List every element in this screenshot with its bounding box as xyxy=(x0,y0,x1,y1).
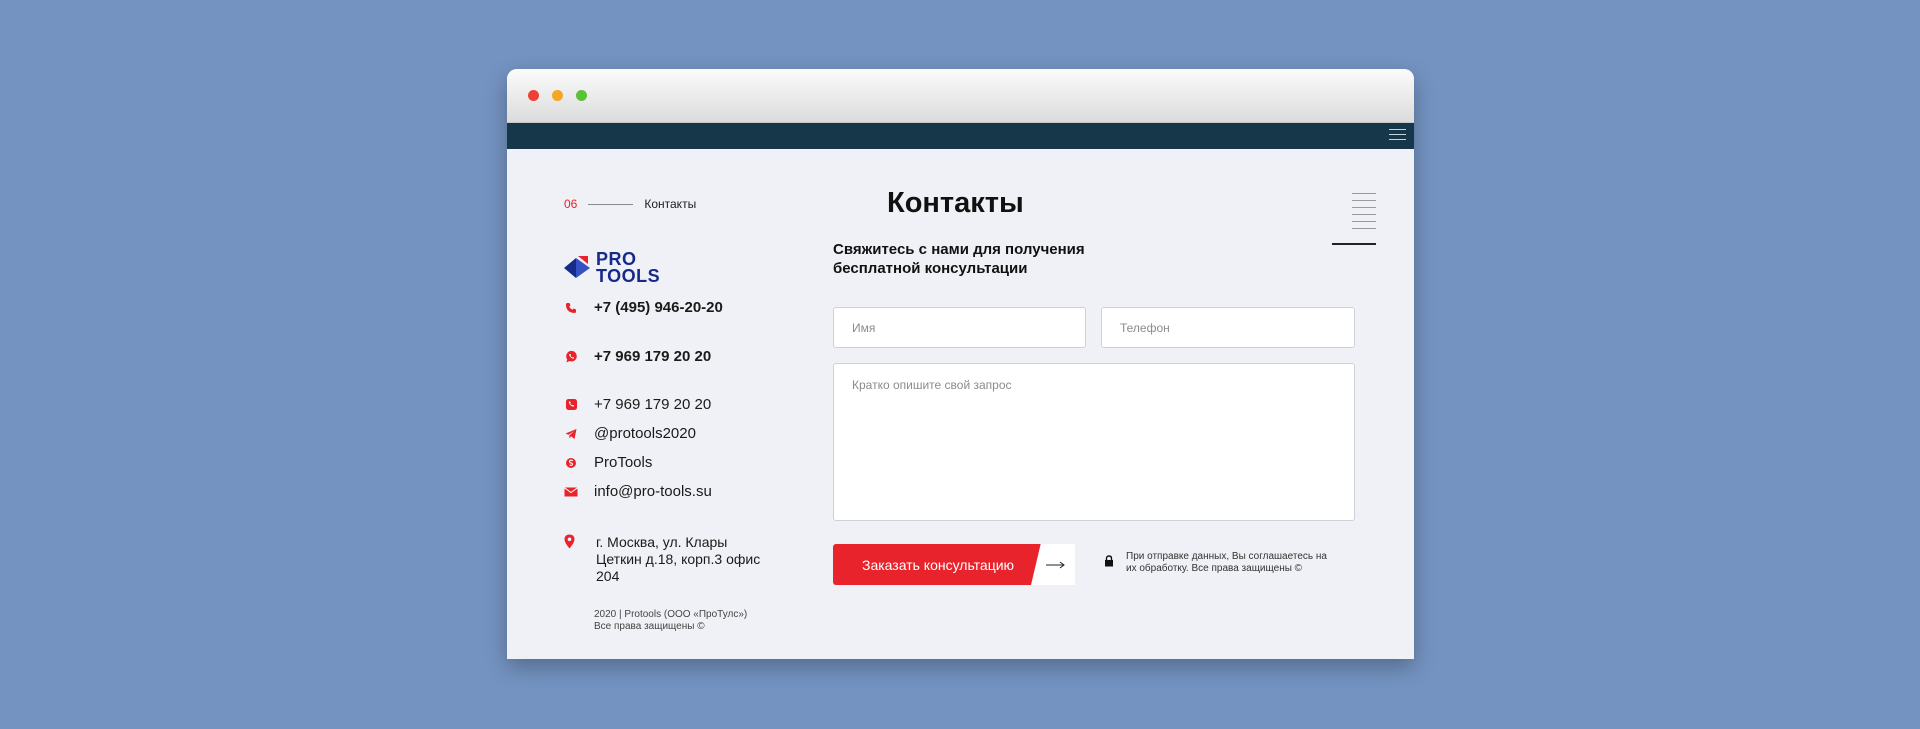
maximize-window-button[interactable] xyxy=(576,90,587,101)
email-address: info@pro-tools.su xyxy=(594,483,712,500)
viber-icon xyxy=(564,398,578,412)
lock-icon xyxy=(1104,554,1114,567)
section-number: 06 xyxy=(564,197,578,211)
whatsapp-number: +7 969 179 20 20 xyxy=(594,348,712,365)
location-pin-icon xyxy=(564,534,578,550)
close-window-button[interactable] xyxy=(528,90,539,101)
skype-icon xyxy=(564,456,578,470)
breadcrumb: 06 Контакты xyxy=(564,197,696,211)
form-heading: Свяжитесь с нами для получения бесплатно… xyxy=(833,241,1085,277)
protools-logo[interactable]: PRO TOOLS xyxy=(564,250,674,287)
contact-telegram[interactable]: @protools2020 xyxy=(564,425,696,442)
decorative-lines xyxy=(1332,193,1376,245)
contact-phone-main[interactable]: +7 (495) 946-20-20 xyxy=(564,299,723,316)
contact-viber[interactable]: +7 969 179 20 20 xyxy=(564,396,711,413)
phone-input[interactable] xyxy=(1101,307,1355,348)
telegram-icon xyxy=(564,427,578,441)
contact-email[interactable]: info@pro-tools.su xyxy=(564,483,712,500)
logo-text-tools: TOOLS xyxy=(596,266,661,286)
contact-skype[interactable]: ProTools xyxy=(564,454,652,471)
breadcrumb-divider xyxy=(588,203,634,205)
contacts-section: 06 Контакты Контакты PRO TOOLS +7 (495) … xyxy=(507,149,1414,659)
phone-icon xyxy=(564,301,578,315)
copyright-line1: 2020 | Protools (ООО «ПроТулс») xyxy=(594,609,748,620)
contact-whatsapp[interactable]: +7 969 179 20 20 xyxy=(564,348,711,365)
copyright: 2020 | Protools (ООО «ПроТулс») Все прав… xyxy=(594,609,747,633)
mail-icon xyxy=(564,485,578,499)
consent-text: При отправке данных, Вы соглашаетесь на … xyxy=(1126,551,1327,574)
message-textarea[interactable] xyxy=(833,363,1355,521)
telegram-handle: @protools2020 xyxy=(594,425,696,442)
browser-window: 06 Контакты Контакты PRO TOOLS +7 (495) … xyxy=(507,69,1414,659)
contact-address: г. Москва, ул. Клары Цеткин д.18, корп.3… xyxy=(564,534,766,585)
submit-button-label: Заказать консультацию xyxy=(833,544,1043,585)
window-titlebar xyxy=(507,69,1414,123)
breadcrumb-label: Контакты xyxy=(644,197,697,211)
hamburger-menu-icon[interactable] xyxy=(1389,129,1406,143)
whatsapp-icon xyxy=(564,350,578,364)
consent-notice: При отправке данных, Вы соглашаетесь на … xyxy=(1104,551,1336,575)
address-text: г. Москва, ул. Клары Цеткин д.18, корп.3… xyxy=(596,534,761,584)
minimize-window-button[interactable] xyxy=(552,90,563,101)
skype-name: ProTools xyxy=(594,454,653,471)
name-input[interactable] xyxy=(833,307,1086,348)
copyright-line2: Все права защищены © xyxy=(594,621,705,632)
phone-main-text: +7 (495) 946-20-20 xyxy=(594,299,723,316)
logo-mark-icon xyxy=(564,256,590,278)
viber-number: +7 969 179 20 20 xyxy=(594,396,712,413)
submit-consultation-button[interactable]: Заказать консультацию xyxy=(833,544,1075,585)
site-navbar xyxy=(507,123,1414,149)
page-title: Контакты xyxy=(887,187,1024,219)
